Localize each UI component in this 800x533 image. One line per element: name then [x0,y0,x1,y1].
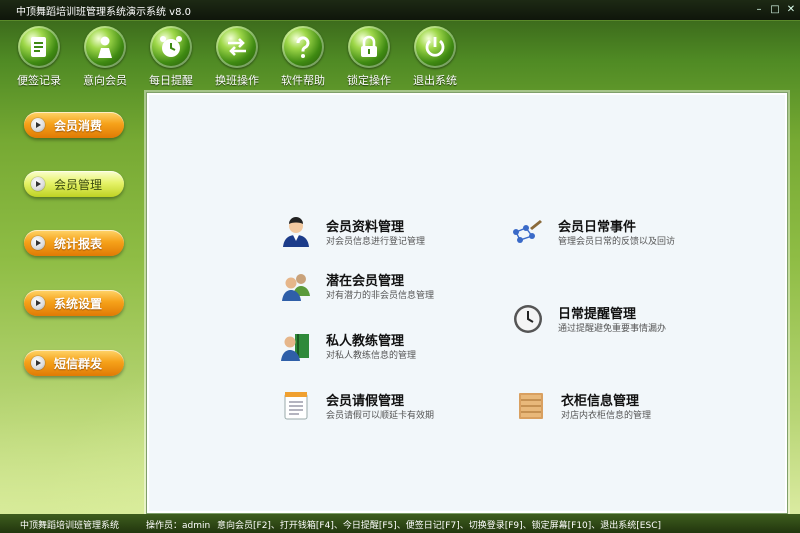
play-icon [31,356,45,370]
toolbar-prospects-button[interactable]: 意向会员 [70,26,140,88]
minimize-button[interactable]: – [752,3,766,16]
status-shortcuts: 意向会员[F2]、打开钱箱[F4]、今日提醒[F5]、便签日记[F7]、切换登录… [217,521,661,531]
sidebar-item-label: 短信群发 [54,357,103,371]
play-icon [31,118,45,132]
item-description: 会员请假可以顺延卡有效期 [326,411,435,421]
alarm-clock-icon [150,26,192,68]
wall-clock-icon [514,305,542,333]
app-window: 中顶舞蹈培训班管理系统演示系统 v8.0 – □ ✕ 便签记录 意向会员 每日提… [0,0,800,533]
swap-arrows-icon [216,26,258,68]
trainer-book-icon [281,334,309,361]
item-description: 对会员信息进行登记管理 [326,237,426,247]
locker-cabinet-icon [519,393,543,419]
play-icon [31,177,45,191]
sidebar-item-member-consumption[interactable]: 会员消费 [24,112,124,138]
play-icon [31,236,45,250]
person-icon [84,26,126,68]
item-description: 对店内衣柜信息的管理 [561,411,652,421]
item-title: 日常提醒管理 [558,307,637,322]
network-pen-icon [513,220,542,243]
sidebar-item-label: 统计报表 [54,237,103,251]
item-title: 衣柜信息管理 [561,394,640,409]
toolbar-label: 便签记录 [17,74,61,87]
help-icon [282,26,324,68]
toolbar-shift-change-button[interactable]: 换班操作 [202,26,272,88]
toolbar-label: 锁定操作 [347,74,391,87]
sidebar-item-member-management[interactable]: 会员管理 [24,171,124,197]
toolbar-notes-button[interactable]: 便签记录 [4,26,74,88]
notepad-icon [18,26,60,68]
close-button[interactable]: ✕ [784,3,798,16]
power-icon [414,26,456,68]
title-bar[interactable]: 中顶舞蹈培训班管理系统演示系统 v8.0 – □ ✕ [0,0,800,21]
sidebar-item-label: 系统设置 [54,297,103,311]
toolbar-label: 退出系统 [413,74,457,87]
item-title: 会员资料管理 [326,220,405,235]
item-title: 会员日常事件 [558,220,637,235]
status-app-name: 中顶舞蹈培训班管理系统 [20,521,120,531]
toolbar-help-button[interactable]: 软件帮助 [268,26,338,88]
item-description: 对私人教练信息的管理 [326,351,417,361]
toolbar-label: 软件帮助 [281,74,325,87]
play-icon [31,296,45,310]
toolbar-lock-button[interactable]: 锁定操作 [334,26,404,88]
toolbar-label: 意向会员 [83,74,127,87]
item-description: 通过提醒避免重要事情漏办 [558,324,667,334]
lock-icon [348,26,390,68]
item-title: 私人教练管理 [326,334,405,349]
member-avatar-icon [283,217,309,247]
item-title: 会员请假管理 [326,394,405,409]
sidebar-item-label: 会员消费 [54,119,103,133]
main-panel: 会员资料管理 对会员信息进行登记管理 潜在会员管理 对有潜力的非会员信息管理 私… [146,92,788,514]
sidebar-item-sms[interactable]: 短信群发 [24,350,124,376]
sidebar-item-settings[interactable]: 系统设置 [24,290,124,316]
sidebar-item-statistics[interactable]: 统计报表 [24,230,124,256]
item-title: 潜在会员管理 [326,274,405,289]
toolbar-label: 换班操作 [215,74,259,87]
toolbar-label: 每日提醒 [149,74,193,87]
toolbar-exit-button[interactable]: 退出系统 [400,26,470,88]
users-group-icon [282,274,310,301]
status-bar: 中顶舞蹈培训班管理系统 操作员：admin 意向会员[F2]、打开钱箱[F4]、… [0,514,800,533]
maximize-button[interactable]: □ [768,3,782,16]
toolbar-daily-reminder-button[interactable]: 每日提醒 [136,26,206,88]
sidebar-item-label: 会员管理 [54,178,103,192]
status-operator: 操作员：admin [146,521,211,531]
item-description: 对有潜力的非会员信息管理 [326,291,435,301]
notepad-list-icon [284,392,308,420]
window-title: 中顶舞蹈培训班管理系统演示系统 v8.0 [16,7,191,18]
item-description: 管理会员日常的反馈以及回访 [558,237,676,247]
